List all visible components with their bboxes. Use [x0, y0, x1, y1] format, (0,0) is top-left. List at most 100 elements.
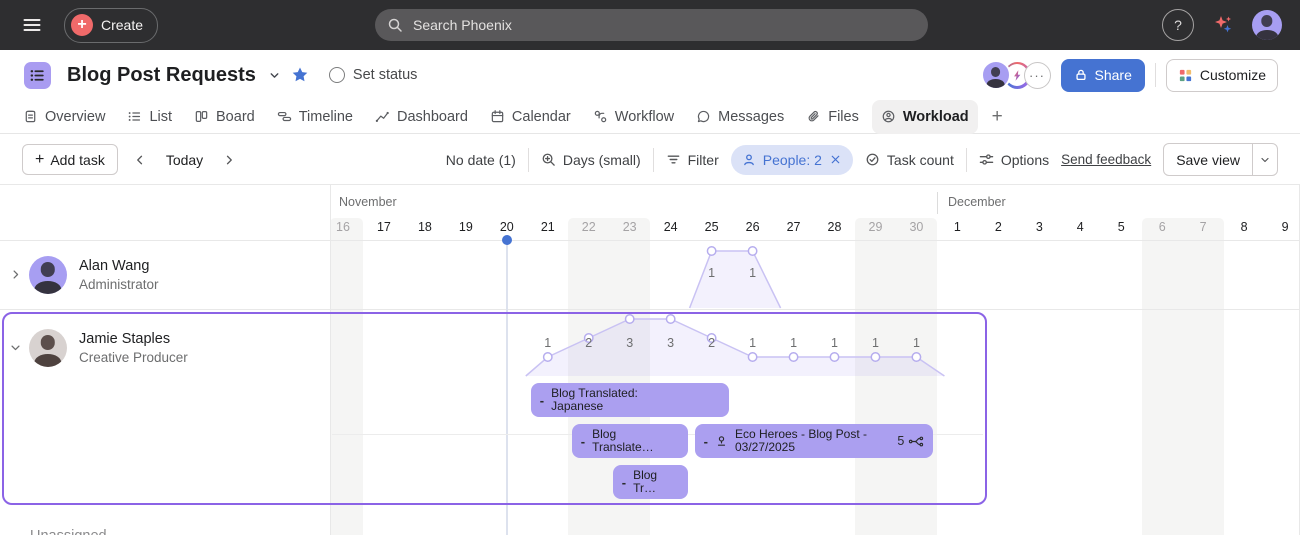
add-tab-button[interactable]: +	[982, 106, 1013, 128]
tab-label: Dashboard	[397, 109, 468, 125]
page-title: Blog Post Requests	[67, 64, 256, 87]
search-bar[interactable]	[375, 9, 928, 41]
user-avatar[interactable]	[1252, 10, 1282, 40]
ai-sparkles-icon[interactable]	[1212, 14, 1234, 36]
task-count-button[interactable]: Task count	[865, 152, 954, 168]
month-divider	[937, 192, 938, 214]
workload-value-label: 1	[708, 266, 715, 280]
day-label: 26	[746, 220, 760, 234]
more-members-button[interactable]: ···	[1024, 62, 1051, 89]
next-period-button[interactable]	[219, 150, 239, 170]
tab-workflow[interactable]: Workflow	[584, 100, 683, 134]
tab-workload[interactable]: Workload	[872, 100, 978, 134]
timeline-icon	[277, 109, 292, 124]
tab-files[interactable]: Files	[797, 100, 868, 134]
plus-icon: +	[71, 14, 93, 36]
tab-overview[interactable]: Overview	[14, 100, 114, 134]
no-date-button[interactable]: No date (1)	[446, 152, 516, 168]
sliders-icon	[979, 152, 994, 167]
prev-period-button[interactable]	[130, 150, 150, 170]
lock-icon	[1074, 68, 1088, 82]
day-label: 8	[1241, 220, 1248, 234]
avatar-alan-wang[interactable]	[29, 256, 67, 294]
tab-label: Workflow	[615, 109, 674, 125]
set-status-button[interactable]: Set status	[329, 67, 417, 83]
workload-value-label: 3	[626, 336, 633, 350]
people-filter-chip[interactable]: People: 2	[731, 145, 853, 175]
help-button[interactable]: ?	[1162, 9, 1194, 41]
tab-list[interactable]: List	[118, 100, 181, 134]
plus-icon: +	[35, 152, 44, 168]
day-label: 2	[995, 220, 1002, 234]
workload-value-label: 1	[544, 336, 551, 350]
status-circle-icon	[329, 67, 345, 83]
today-button[interactable]: Today	[162, 152, 207, 168]
share-button[interactable]: Share	[1061, 59, 1145, 92]
day-label: 18	[418, 220, 432, 234]
task-bar[interactable]: -Blog Tr…	[613, 465, 688, 499]
tab-label: Files	[828, 109, 859, 125]
customize-button[interactable]: Customize	[1166, 59, 1278, 92]
task-title: Blog Translated: Japanese	[551, 387, 669, 413]
save-view-chevron-down-icon[interactable]	[1252, 144, 1277, 175]
overview-icon	[23, 109, 38, 124]
task-bar[interactable]: -Blog Translated: Japanese	[531, 383, 729, 417]
zoom-level-button[interactable]: Days (small)	[541, 152, 641, 168]
person-row-jamie-staples[interactable]: Jamie Staples Creative Producer	[0, 319, 330, 376]
expand-chevron-right-icon[interactable]	[8, 267, 23, 282]
workload-point	[626, 315, 634, 323]
workload-icon	[881, 109, 896, 124]
send-feedback-link[interactable]: Send feedback	[1061, 152, 1151, 167]
create-button[interactable]: + Create	[64, 8, 158, 43]
workload-area-chart: 1233211111	[330, 312, 1300, 378]
member-avatar[interactable]	[981, 60, 1011, 90]
day-label: 24	[664, 220, 678, 234]
tab-timeline[interactable]: Timeline	[268, 100, 362, 134]
hamburger-menu-icon[interactable]	[22, 15, 42, 35]
save-view-button[interactable]: Save view	[1164, 144, 1252, 175]
task-status-dash: -	[704, 435, 708, 448]
person-row-alan-wang[interactable]: Alan Wang Administrator	[0, 240, 330, 309]
workload-value-label: 1	[749, 266, 756, 280]
subtask-count: 5	[897, 434, 904, 448]
workload-value-label: 2	[585, 336, 592, 350]
tab-board[interactable]: Board	[185, 100, 264, 134]
person-name: Jamie Staples	[79, 331, 188, 347]
day-label: 9	[1282, 220, 1289, 234]
tab-calendar[interactable]: Calendar	[481, 100, 580, 134]
search-input[interactable]	[411, 16, 916, 34]
add-task-button[interactable]: + Add task	[22, 144, 118, 175]
task-bar[interactable]: -Eco Heroes - Blog Post - 03/27/20255	[695, 424, 934, 458]
messages-icon	[696, 109, 711, 124]
day-label: 4	[1077, 220, 1084, 234]
day-label: 30	[909, 220, 923, 234]
collapse-chevron-down-icon[interactable]	[8, 340, 23, 355]
tab-messages[interactable]: Messages	[687, 100, 793, 134]
options-button[interactable]: Options	[979, 152, 1049, 168]
list-icon	[127, 109, 142, 124]
filter-button[interactable]: Filter	[666, 152, 719, 168]
task-bar[interactable]: -Blog Translate…	[572, 424, 688, 458]
day-label: 23	[623, 220, 637, 234]
title-chevron-down-icon[interactable]	[268, 69, 281, 82]
workload-canvas: November December 1617181920212223242526…	[0, 185, 1300, 535]
no-date-label: No date (1)	[446, 152, 516, 168]
tab-dashboard[interactable]: Dashboard	[366, 100, 477, 134]
workload-value-label: 1	[831, 336, 838, 350]
share-label: Share	[1095, 67, 1132, 83]
search-icon	[387, 17, 403, 33]
next-row-partial-label: Unassigned	[30, 528, 107, 535]
day-label: 22	[582, 220, 596, 234]
day-label: 28	[828, 220, 842, 234]
project-list-icon[interactable]	[24, 62, 51, 89]
workload-area-chart: 11	[330, 240, 1300, 310]
avatar-jamie-staples[interactable]	[29, 329, 67, 367]
divider	[966, 148, 967, 172]
save-view-split-button: Save view	[1163, 143, 1278, 176]
tab-label: Overview	[45, 109, 105, 125]
remove-filter-x-icon[interactable]	[829, 153, 842, 166]
favorite-star-icon[interactable]	[291, 66, 309, 84]
create-label: Create	[101, 17, 143, 33]
person-name: Alan Wang	[79, 258, 159, 274]
tab-label: Messages	[718, 109, 784, 125]
